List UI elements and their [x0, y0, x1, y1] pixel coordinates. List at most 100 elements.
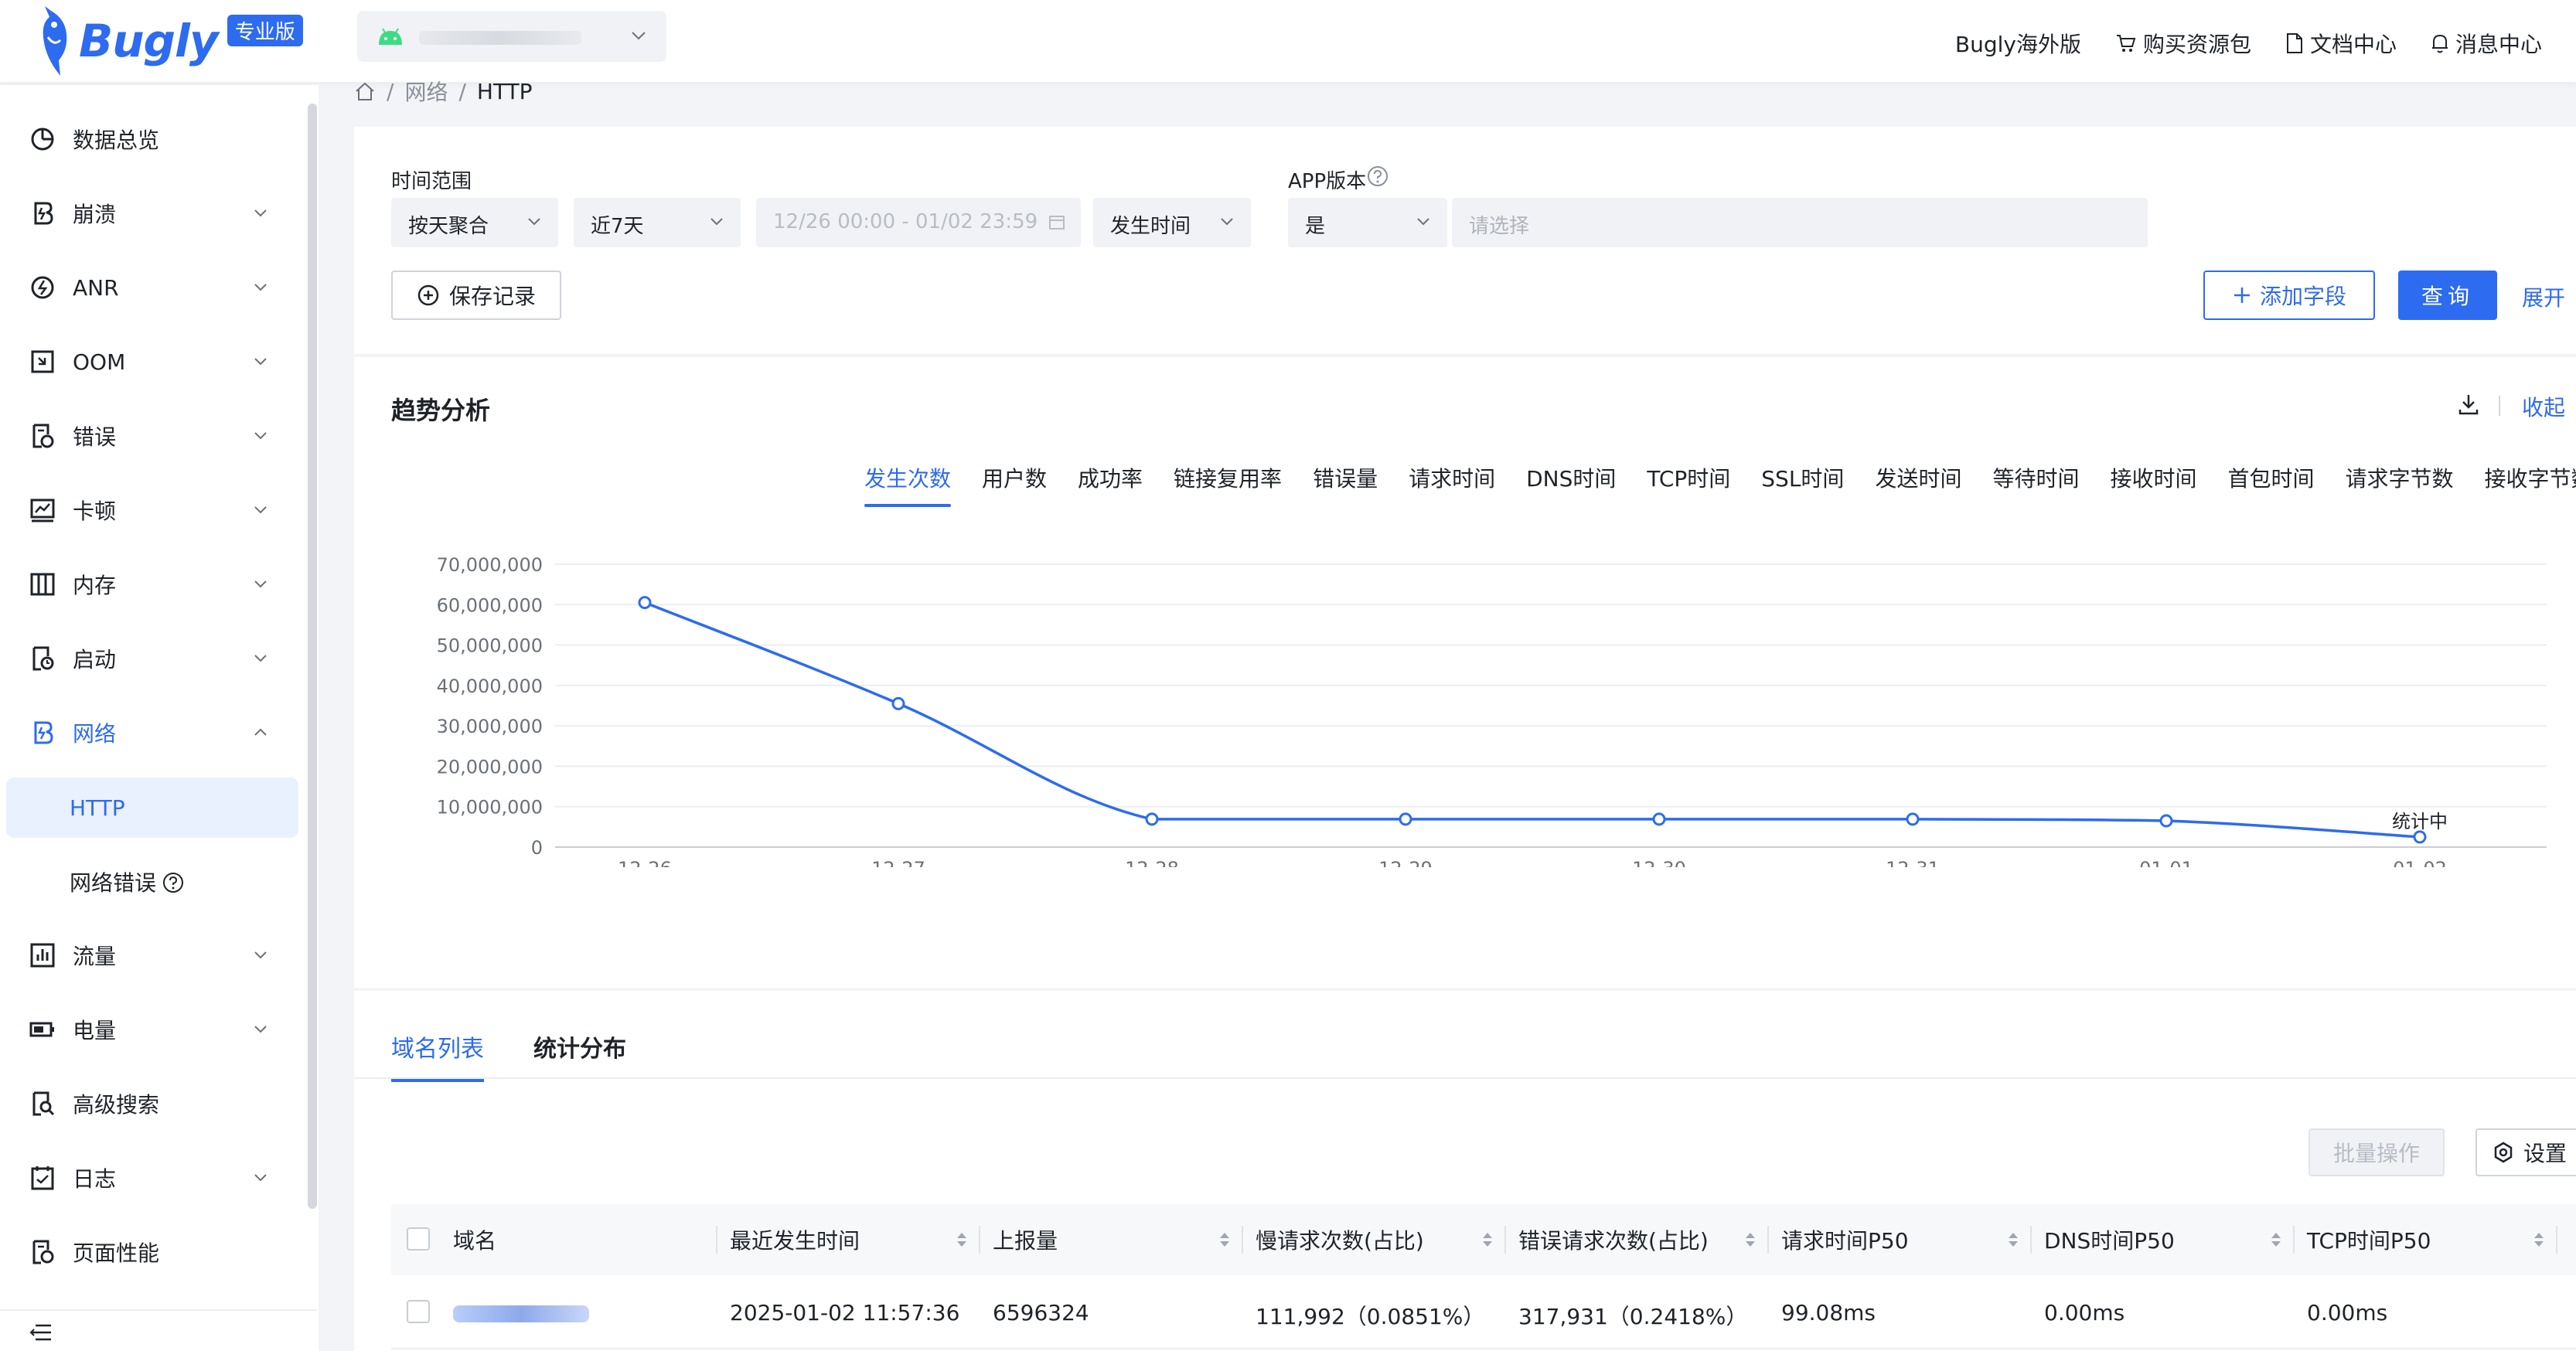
tab-occurrences[interactable]: 发生次数: [864, 462, 952, 507]
tab-success-rate[interactable]: 成功率: [1078, 462, 1143, 507]
sidebar-item-crash[interactable]: 崩溃: [0, 179, 303, 247]
time-range-label: 时间范围: [391, 170, 472, 193]
date-range-picker[interactable]: 12/26 00:00 - 01/02 23:59: [756, 198, 1081, 247]
settings-button[interactable]: 设置: [2475, 1128, 2576, 1176]
column-header-reports[interactable]: 上报量: [993, 1204, 1242, 1275]
column-label: DNS时间P50: [2044, 1228, 2175, 1254]
sidebar-subitem-network-error[interactable]: 网络错误: [6, 852, 298, 912]
column-header-request-time-p50[interactable]: 请求时间P50: [1781, 1204, 2030, 1275]
sidebar-item-oom[interactable]: OOM: [0, 328, 303, 396]
sidebar-item-advanced-search[interactable]: 高级搜索: [0, 1070, 303, 1138]
series-line: [644, 601, 2421, 839]
x-tick-label: 01-01: [2139, 858, 2193, 867]
tab-stat-distribution[interactable]: 统计分布: [533, 1029, 626, 1082]
sidebar-item-traffic[interactable]: 流量: [0, 921, 303, 989]
column-header-domain[interactable]: 域名: [453, 1204, 716, 1275]
range-select[interactable]: 近7天: [574, 198, 741, 247]
save-record-label: 保存记录: [448, 284, 536, 309]
help-circle-icon[interactable]: [1367, 165, 1389, 187]
sidebar-item-network[interactable]: 网络: [0, 699, 303, 767]
tab-errors[interactable]: 错误量: [1313, 462, 1378, 507]
sort-icon: [2534, 1233, 2544, 1247]
tab-dns-time[interactable]: DNS时间: [1526, 462, 1616, 507]
sidebar-scrollbar[interactable]: [308, 104, 317, 1209]
bugly-bird-icon: [43, 6, 67, 76]
app-selector[interactable]: [357, 11, 666, 62]
sidebar-item-anr[interactable]: ANR: [0, 254, 303, 322]
sidebar-item-launch[interactable]: 启动: [0, 624, 303, 693]
collapse-link[interactable]: 收起: [2522, 391, 2565, 422]
sidebar-item-lag[interactable]: 卡顿: [0, 476, 303, 544]
save-record-button[interactable]: 保存记录: [391, 271, 561, 320]
tab-request-time[interactable]: 请求时间: [1409, 462, 1495, 507]
column-header-last-time[interactable]: 最近发生时间: [730, 1204, 979, 1275]
app-version-operator-select[interactable]: 是: [1288, 198, 1447, 247]
collapse-menu-icon[interactable]: [29, 1323, 53, 1342]
add-field-button[interactable]: 添加字段: [2203, 271, 2375, 320]
anr-icon: [31, 276, 54, 299]
tab-tcp-time[interactable]: TCP时间: [1647, 462, 1730, 507]
tab-first-packet-time[interactable]: 首包时间: [2227, 462, 2314, 507]
column-divider: [2030, 1226, 2032, 1254]
sidebar-item-error[interactable]: 错误: [0, 402, 303, 470]
data-point: [2159, 814, 2173, 828]
batch-operation-button[interactable]: 批量操作: [2309, 1128, 2445, 1176]
chevron-down-icon: [254, 580, 267, 588]
breadcrumb-sep: /: [387, 78, 394, 104]
tab-domain-list[interactable]: 域名列表: [391, 1029, 484, 1082]
sidebar-item-label: 错误: [73, 424, 117, 450]
column-header-error-requests[interactable]: 错误请求次数(占比): [1518, 1204, 1767, 1275]
home-icon[interactable]: [354, 81, 376, 101]
sidebar-item-log[interactable]: 日志: [0, 1144, 303, 1212]
sort-icon: [2009, 1233, 2018, 1247]
document-icon: [2286, 33, 2302, 53]
buy-resources-link[interactable]: 购买资源包: [2115, 28, 2251, 59]
tab-users[interactable]: 用户数: [982, 462, 1047, 507]
app-version-operator-value: 是: [1305, 215, 1326, 238]
cell-last-time: 2025-01-02 11:57:36: [730, 1300, 960, 1325]
top-links: Bugly海外版 购买资源包 文档中心 消息中心: [1955, 28, 2542, 59]
column-divider: [2293, 1226, 2295, 1254]
tab-send-time[interactable]: 发送时间: [1875, 462, 1961, 507]
select-all-checkbox[interactable]: [407, 1227, 430, 1251]
tab-request-bytes[interactable]: 请求字节数: [2346, 462, 2454, 507]
y-tick-label: 0: [531, 837, 543, 859]
messages-link[interactable]: 消息中心: [2431, 28, 2542, 59]
sidebar-item-page-perf[interactable]: 页面性能: [0, 1218, 303, 1286]
tab-ssl-time[interactable]: SSL时间: [1761, 462, 1844, 507]
docs-link[interactable]: 文档中心: [2285, 28, 2397, 59]
sort-icon: [1746, 1233, 1755, 1247]
bugly-logo[interactable]: Bugly 专业版: [37, 6, 303, 76]
time-field-select[interactable]: 发生时间: [1093, 198, 1251, 247]
tab-receive-bytes[interactable]: 接收字节数: [2485, 462, 2576, 507]
table-row[interactable]: 2025-01-02 11:57:36 6596324 111,992（0.08…: [391, 1275, 2576, 1349]
app-name-redacted: [419, 31, 581, 45]
row-checkbox[interactable]: [407, 1300, 430, 1323]
column-header-tcp-time-p50[interactable]: TCP时间P50: [2307, 1204, 2556, 1275]
overseas-link[interactable]: Bugly海外版: [1955, 28, 2081, 59]
column-divider: [1504, 1226, 1506, 1254]
column-header-dns-time-p50[interactable]: DNS时间P50: [2044, 1204, 2293, 1275]
tab-reuse-rate[interactable]: 链接复用率: [1174, 462, 1282, 507]
data-point: [1652, 812, 1666, 826]
app-version-value-select[interactable]: 请选择: [1452, 198, 2148, 247]
breadcrumb-parent[interactable]: 网络: [404, 76, 448, 107]
tab-wait-time[interactable]: 等待时间: [1992, 462, 2079, 507]
sidebar-item-battery[interactable]: 电量: [0, 995, 303, 1063]
divider: [2499, 396, 2500, 416]
expand-link[interactable]: 展开: [2522, 281, 2565, 312]
sidebar-subitem-http[interactable]: HTTP: [6, 778, 298, 838]
chevron-down-icon: [254, 655, 267, 662]
query-button[interactable]: 查询: [2398, 271, 2497, 320]
help-circle-icon[interactable]: [162, 872, 184, 893]
data-point: [2413, 830, 2427, 844]
download-icon[interactable]: [2457, 393, 2480, 416]
domain-link[interactable]: [453, 1300, 589, 1325]
tab-receive-time[interactable]: 接收时间: [2110, 462, 2196, 507]
column-header-slow-requests[interactable]: 慢请求次数(占比): [1256, 1204, 1504, 1275]
sidebar-item-memory[interactable]: 内存: [0, 550, 303, 618]
chevron-down-icon: [528, 218, 540, 226]
sidebar-item-overview[interactable]: 数据总览: [0, 105, 303, 173]
aggregation-select[interactable]: 按天聚合: [391, 198, 558, 247]
sort-icon: [1220, 1233, 1229, 1247]
